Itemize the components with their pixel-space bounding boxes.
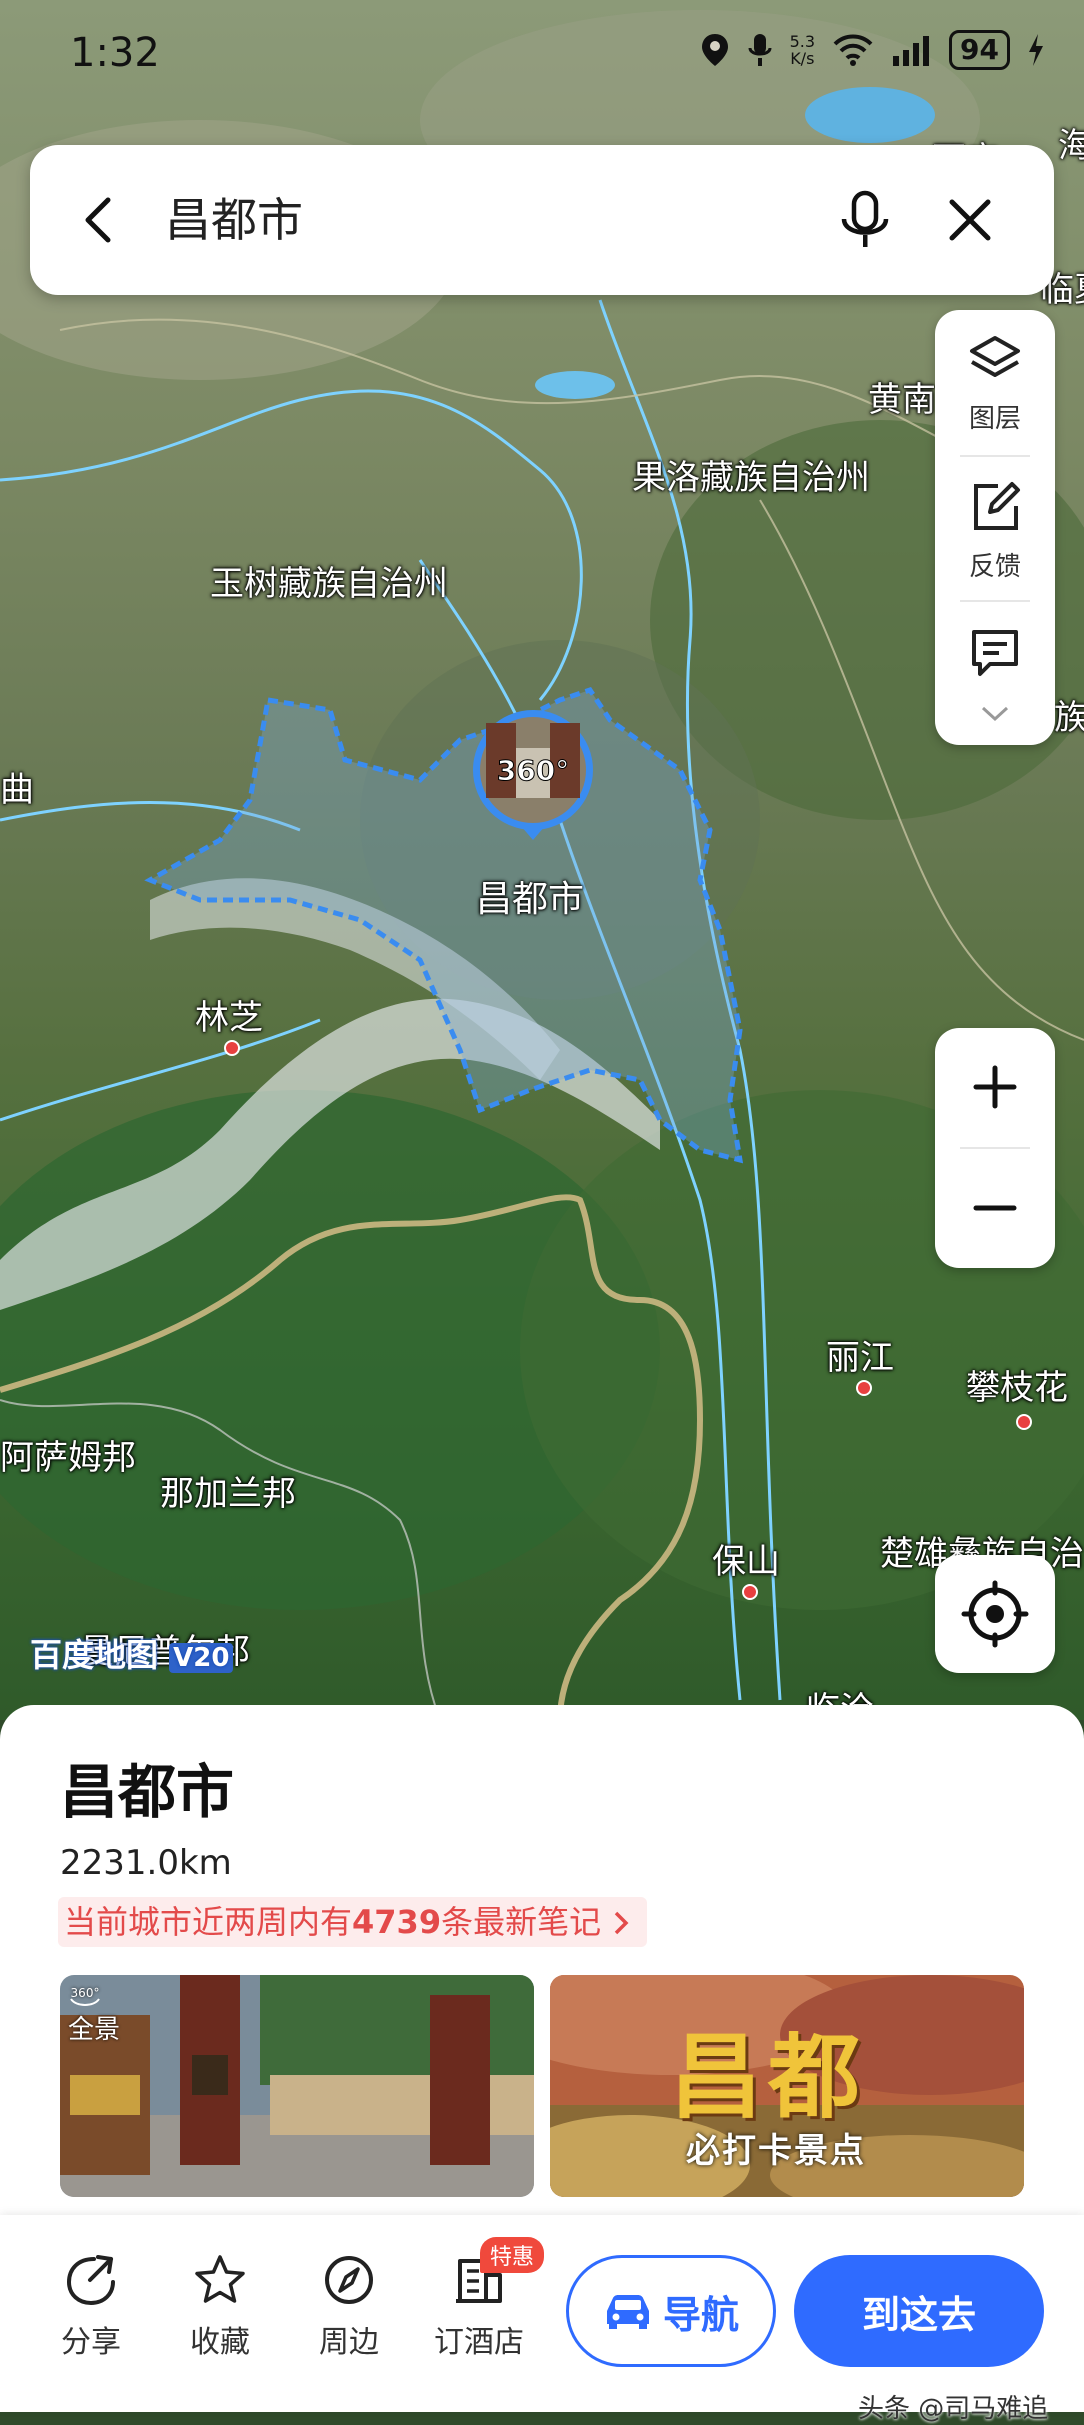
- promo-title: 昌都: [670, 2024, 867, 2131]
- map-label-huangnan[interactable]: 黄南: [868, 372, 936, 421]
- panorama-pin[interactable]: 360°: [466, 708, 600, 842]
- map-label-yushu[interactable]: 玉树藏族自治州: [210, 556, 448, 605]
- crosshair-icon: [961, 1580, 1029, 1648]
- share-icon: [66, 2255, 115, 2306]
- clear-search-icon[interactable]: [940, 190, 1000, 250]
- nearby-button[interactable]: 周边: [294, 2253, 404, 2361]
- share-button[interactable]: 分享: [36, 2253, 146, 2361]
- navigate-label: 导航: [662, 2292, 739, 2337]
- attractions-promo-photo[interactable]: 昌都 必打卡景点: [550, 1975, 1024, 2197]
- layers-button[interactable]: 图层: [935, 310, 1055, 440]
- voice-search-icon[interactable]: [830, 185, 900, 255]
- microphone-icon: [748, 34, 772, 66]
- go-here-button[interactable]: 到这去: [794, 2255, 1044, 2367]
- map-label-nagaland[interactable]: 那加兰邦: [160, 1466, 296, 1515]
- charging-icon: [1029, 34, 1043, 66]
- map-label-lijiang[interactable]: 丽江: [826, 1330, 894, 1379]
- map-label-zu[interactable]: 族: [1054, 690, 1084, 739]
- star-icon: [195, 2255, 245, 2303]
- network-speed-value: 5.3: [789, 32, 816, 51]
- action-bar: 分享 收藏 周边 订酒店 特惠 导航 到这去: [0, 2215, 1084, 2412]
- panorama-360-icon: 360°: [70, 1986, 100, 2006]
- city-dot-panzhihua: [1016, 1414, 1032, 1430]
- favorite-button[interactable]: 收藏: [165, 2253, 275, 2361]
- map-label-linzhi[interactable]: 林芝: [195, 990, 263, 1039]
- zoom-controls: [935, 1028, 1055, 1268]
- side-divider: [960, 600, 1030, 602]
- minus-icon: [973, 1205, 1017, 1211]
- go-here-label: 到这去: [861, 2292, 976, 2337]
- promo-subtitle: 必打卡景点: [686, 2131, 866, 2171]
- layers-label: 图层: [968, 404, 1021, 434]
- network-speed: 5.3 K/s: [790, 33, 815, 67]
- city-dot-baoshan: [742, 1584, 758, 1600]
- battery-level: 94: [949, 30, 1010, 70]
- notes-prefix: 当前城市近两周内有: [64, 1903, 353, 1941]
- svg-text:360°: 360°: [71, 1986, 100, 2000]
- feedback-label: 反馈: [968, 552, 1021, 582]
- panorama-photo-image: [60, 1975, 534, 2197]
- notes-count: 4739: [352, 1903, 442, 1941]
- network-speed-unit: K/s: [790, 49, 815, 68]
- nearby-label: 周边: [319, 2325, 379, 2360]
- location-icon: [701, 34, 728, 66]
- place-title: 昌都市: [60, 1758, 235, 1826]
- layers-icon: [970, 336, 1020, 377]
- panorama-pin-text: 360°: [497, 754, 569, 787]
- map-label-qu[interactable]: 曲: [0, 762, 34, 811]
- chevron-right-icon: [615, 1911, 629, 1935]
- side-divider: [960, 455, 1030, 457]
- status-bar: 1:32 5.3 K/s 94: [0, 0, 1084, 110]
- compass-icon: [325, 2256, 373, 2304]
- zoom-in-button[interactable]: [935, 1028, 1055, 1146]
- favorite-label: 收藏: [190, 2325, 250, 2360]
- wifi-icon: [833, 34, 873, 66]
- locate-me-button[interactable]: [935, 1555, 1055, 1673]
- notes-banner[interactable]: 当前城市近两周内有4739条最新笔记: [58, 1897, 648, 1947]
- plus-icon: [973, 1065, 1017, 1109]
- map-watermark: 百度地图 V20: [30, 1630, 234, 1676]
- map-label-guoluo[interactable]: 果洛藏族自治州: [632, 450, 870, 499]
- hotel-label: 订酒店: [434, 2325, 524, 2360]
- feedback-button[interactable]: 反馈: [935, 458, 1055, 588]
- chevron-down-icon[interactable]: [980, 705, 1010, 723]
- notes-suffix: 条最新笔记: [441, 1903, 602, 1941]
- search-bar[interactable]: 昌都市: [30, 145, 1054, 295]
- city-dot-lijiang: [856, 1380, 872, 1396]
- hotel-promo-badge: 特惠: [480, 2237, 545, 2273]
- map-label-changdu[interactable]: 昌都市: [476, 870, 584, 922]
- navigate-button[interactable]: 导航: [566, 2255, 776, 2367]
- map-label-hai[interactable]: 海: [1058, 118, 1084, 167]
- panorama-pin-icon: 360°: [473, 710, 593, 840]
- back-arrow-icon[interactable]: [70, 190, 130, 250]
- car-icon: [606, 2295, 649, 2329]
- panorama-tag-label: 全景: [68, 2015, 121, 2045]
- share-label: 分享: [61, 2325, 121, 2360]
- panorama-photo[interactable]: 360° 全景: [60, 1975, 534, 2197]
- city-dot-linzhi: [224, 1040, 240, 1056]
- map-label-baoshan[interactable]: 保山: [712, 1534, 780, 1583]
- map-watermark-text: 百度地图: [30, 1636, 159, 1674]
- signal-icon: [893, 36, 930, 66]
- search-query-text[interactable]: 昌都市: [165, 185, 303, 255]
- map-label-panzhihua[interactable]: 攀枝花: [966, 1360, 1068, 1409]
- status-time: 1:32: [70, 30, 160, 76]
- panorama-tag: 360° 全景: [68, 1983, 120, 2046]
- map-watermark-version: V20: [169, 1643, 234, 1673]
- place-distance: 2231.0km: [60, 1843, 232, 1883]
- message-icon: [972, 630, 1018, 676]
- map-label-assam[interactable]: 阿萨姆邦: [0, 1430, 136, 1479]
- zoom-out-button[interactable]: [935, 1149, 1055, 1267]
- source-watermark: 头条 @司马难追: [858, 2394, 1049, 2424]
- map-tools-panel: 图层 反馈: [935, 310, 1055, 745]
- status-icons: 5.3 K/s 94: [700, 30, 1044, 70]
- feedback-edit-icon: [974, 482, 1020, 530]
